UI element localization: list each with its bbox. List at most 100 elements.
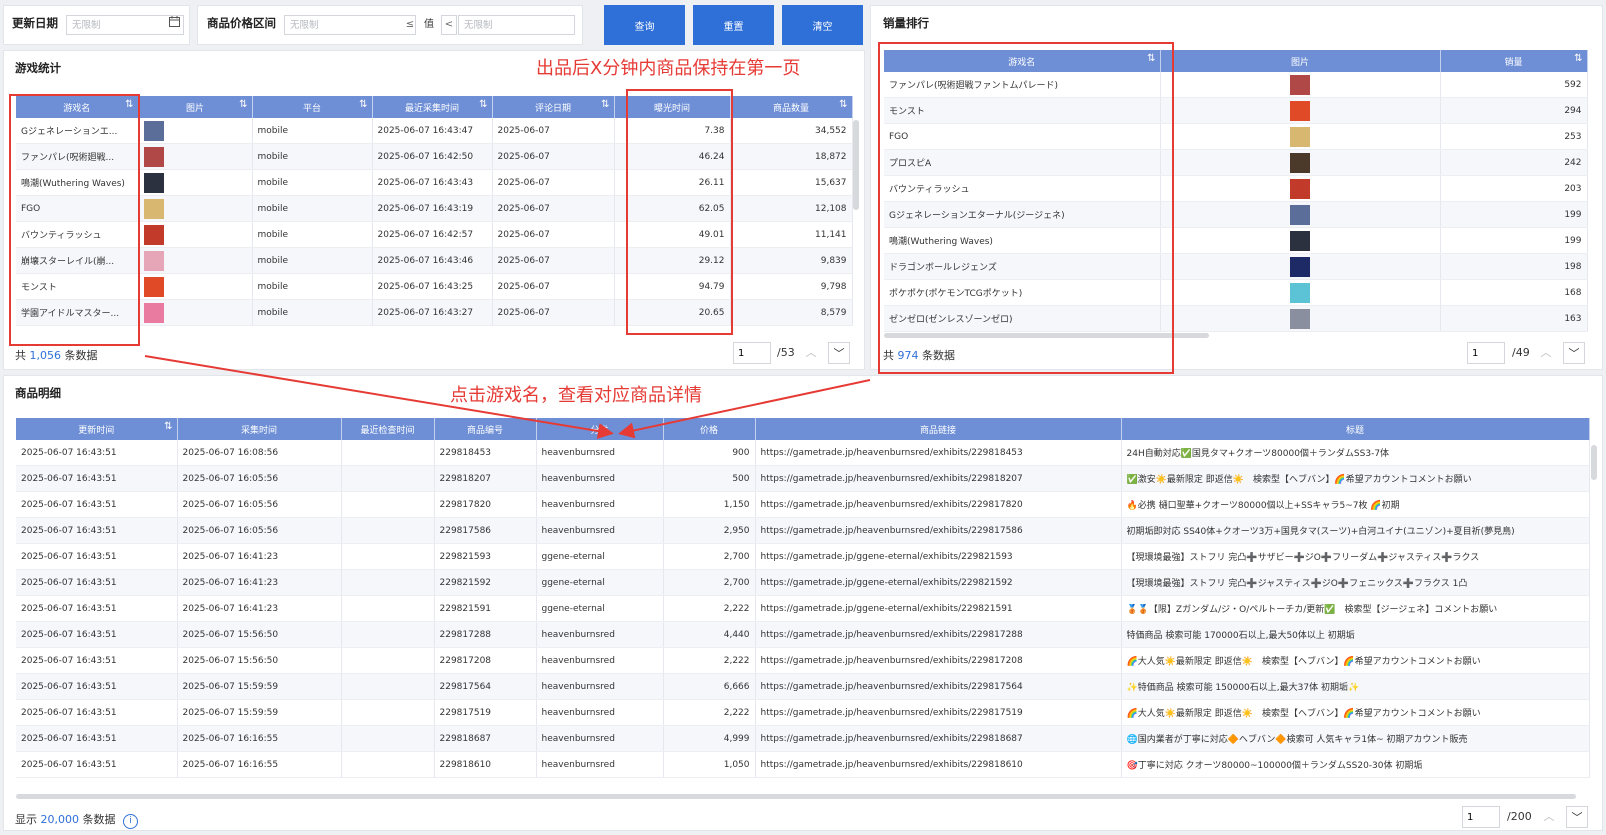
price-max-operator[interactable]: <	[441, 15, 457, 35]
product-link-cell[interactable]: https://gametrade.jp/ggene-eternal/exhib…	[755, 595, 1122, 622]
chevron-down-icon[interactable]: ﹀	[1566, 806, 1588, 828]
sort-icon[interactable]: ⇅	[239, 99, 247, 110]
chevron-down-icon[interactable]: ﹀	[828, 342, 850, 364]
sort-icon[interactable]: ⇅	[359, 99, 367, 110]
table-row[interactable]: 2025-06-07 16:43:51 2025-06-07 16:05:56 22…	[16, 491, 1590, 518]
table-row[interactable]: 鳴潮(Wuthering Waves) mobile 2025-06-07 16:4…	[16, 169, 853, 196]
table-row[interactable]: FGO mobile 2025-06-07 16:43:19 2025-06-07 62…	[16, 195, 853, 222]
product-link-cell[interactable]: https://gametrade.jp/heavenburnsred/exhi…	[755, 699, 1122, 726]
product-link-cell[interactable]: https://gametrade.jp/heavenburnsred/exhi…	[755, 440, 1122, 466]
table-row[interactable]: ファンパレ(呪術廻戦ファントムパレード) 592	[884, 72, 1588, 98]
table-row[interactable]: 学園アイドルマスター... mobile 2025-06-07 16:43:27 20…	[16, 299, 853, 326]
product-link-cell[interactable]: https://gametrade.jp/ggene-eternal/exhib…	[755, 569, 1122, 596]
table-row[interactable]: 2025-06-07 16:43:51 2025-06-07 16:41:23 22…	[16, 595, 1590, 622]
table-row[interactable]: FGO 253	[884, 123, 1588, 150]
game-name-cell[interactable]: 鳴潮(Wuthering Waves)	[884, 227, 1161, 254]
column-header[interactable]: 平台 ⇅	[252, 96, 373, 118]
table-row[interactable]: 2025-06-07 16:43:51 2025-06-07 15:59:59 22…	[16, 699, 1590, 726]
product-link-cell[interactable]: https://gametrade.jp/heavenburnsred/exhi…	[755, 621, 1122, 648]
table-row[interactable]: Gジェネレーションエ... mobile 2025-06-07 16:43:47 20…	[16, 118, 853, 144]
chevron-up-icon[interactable]: ︿	[1538, 806, 1560, 828]
sales-rank-hscrollbar[interactable]	[884, 333, 1209, 338]
column-header[interactable]: 价格	[663, 418, 756, 440]
column-header[interactable]: 商品链接	[755, 418, 1122, 440]
game-name-cell[interactable]: Gジェネレーションエ...	[16, 118, 139, 144]
table-row[interactable]: 2025-06-07 16:43:51 2025-06-07 15:56:50 22…	[16, 647, 1590, 674]
column-header[interactable]: 图片 ⇅	[138, 96, 253, 118]
clear-button[interactable]: 清空	[782, 5, 863, 45]
query-button[interactable]: 查询	[604, 5, 685, 45]
column-header[interactable]: 最近检查时间	[341, 418, 435, 440]
column-header[interactable]: 最近采集时间 ⇅	[372, 96, 493, 118]
game-name-cell[interactable]: モンスト	[16, 273, 139, 300]
sort-icon[interactable]: ⇅	[125, 99, 133, 110]
game-stats-page-input[interactable]	[733, 342, 771, 364]
sales-rank-page-input[interactable]	[1467, 342, 1505, 364]
product-link-cell[interactable]: https://gametrade.jp/heavenburnsred/exhi…	[755, 491, 1122, 518]
game-name-cell[interactable]: バウンティラッシュ	[884, 175, 1161, 202]
game-name-cell[interactable]: ドラゴンボールレジェンズ	[884, 253, 1161, 280]
table-row[interactable]: 2025-06-07 16:43:51 2025-06-07 16:05:56 22…	[16, 465, 1590, 492]
game-name-cell[interactable]: 学園アイドルマスター...	[16, 299, 139, 326]
table-row[interactable]: ファンパレ(呪術廻戦... mobile 2025-06-07 16:42:50 20…	[16, 143, 853, 170]
game-name-cell[interactable]: FGO	[884, 123, 1161, 150]
chevron-up-icon[interactable]: ︿	[1535, 342, 1557, 364]
sort-icon[interactable]: ⇅	[839, 99, 847, 110]
column-header[interactable]: 标题	[1121, 418, 1590, 440]
game-name-cell[interactable]: ゼンゼロ(ゼンレスゾーンゼロ)	[884, 305, 1161, 332]
game-name-cell[interactable]: ファンパレ(呪術廻戦ファントムパレード)	[884, 72, 1161, 98]
sort-icon[interactable]: ⇅	[1147, 53, 1155, 64]
product-link-cell[interactable]: https://gametrade.jp/heavenburnsred/exhi…	[755, 465, 1122, 492]
column-header[interactable]: 游戏名 ⇅	[884, 50, 1161, 72]
column-header[interactable]: 游戏名 ⇅	[16, 96, 139, 118]
table-row[interactable]: プロスピA 242	[884, 149, 1588, 176]
product-detail-scrollbar[interactable]	[1591, 445, 1597, 480]
price-max-input[interactable]	[458, 15, 575, 35]
table-row[interactable]: 2025-06-07 16:43:51 2025-06-07 15:59:59 22…	[16, 673, 1590, 700]
chevron-down-icon[interactable]: ﹀	[1563, 342, 1585, 364]
game-name-cell[interactable]: 崩壊スターレイル(崩...	[16, 247, 139, 274]
price-min-input[interactable]	[284, 15, 416, 35]
table-row[interactable]: モンスト 294	[884, 97, 1588, 124]
game-name-cell[interactable]: FGO	[16, 195, 139, 222]
game-name-cell[interactable]: ファンパレ(呪術廻戦...	[16, 143, 139, 170]
table-row[interactable]: 2025-06-07 16:43:51 2025-06-07 16:05:56 22…	[16, 517, 1590, 544]
table-row[interactable]: 2025-06-07 16:43:51 2025-06-07 16:41:23 22…	[16, 569, 1590, 596]
sort-icon[interactable]: ⇅	[601, 99, 609, 110]
table-row[interactable]: 2025-06-07 16:43:51 2025-06-07 16:16:55 22…	[16, 725, 1590, 752]
chevron-up-icon[interactable]: ︿	[800, 342, 822, 364]
game-name-cell[interactable]: 鳴潮(Wuthering Waves)	[16, 169, 139, 196]
table-row[interactable]: ゼンゼロ(ゼンレスゾーンゼロ) 163	[884, 305, 1588, 332]
table-row[interactable]: ドラゴンボールレジェンズ 198	[884, 253, 1588, 280]
table-row[interactable]: バウンティラッシュ mobile 2025-06-07 16:42:57 2025-0…	[16, 221, 853, 248]
game-name-cell[interactable]: モンスト	[884, 97, 1161, 124]
table-row[interactable]: バウンティラッシュ 203	[884, 175, 1588, 202]
product-detail-hscrollbar[interactable]	[16, 794, 1576, 799]
table-row[interactable]: ポケポケ(ポケモンTCGポケット) 168	[884, 279, 1588, 306]
column-header[interactable]: 评论日期 ⇅	[492, 96, 615, 118]
sort-icon[interactable]: ⇅	[479, 99, 487, 110]
column-header[interactable]: 曝光时间	[614, 96, 731, 118]
calendar-icon[interactable]	[166, 15, 182, 35]
table-row[interactable]: Gジェネレーションエターナル(ジージェネ) 199	[884, 201, 1588, 228]
table-row[interactable]: 2025-06-07 16:43:51 2025-06-07 16:08:56 22…	[16, 440, 1590, 466]
column-header[interactable]: 商品数量 ⇅	[730, 96, 853, 118]
game-name-cell[interactable]: プロスピA	[884, 149, 1161, 176]
sort-icon[interactable]: ⇅	[164, 421, 172, 432]
reset-button[interactable]: 重置	[693, 5, 774, 45]
table-row[interactable]: 2025-06-07 16:43:51 2025-06-07 15:56:50 22…	[16, 621, 1590, 648]
table-row[interactable]: 鳴潮(Wuthering Waves) 199	[884, 227, 1588, 254]
game-name-cell[interactable]: バウンティラッシュ	[16, 221, 139, 248]
column-header[interactable]: 更新时间 ⇅	[16, 418, 178, 440]
column-header[interactable]: 商品编号	[434, 418, 537, 440]
column-header[interactable]: 采集时间	[177, 418, 342, 440]
table-row[interactable]: 2025-06-07 16:43:51 2025-06-07 16:41:23 22…	[16, 543, 1590, 570]
product-link-cell[interactable]: https://gametrade.jp/heavenburnsred/exhi…	[755, 647, 1122, 674]
game-stats-scrollbar[interactable]	[853, 120, 859, 210]
price-min-operator[interactable]: ≤	[404, 15, 416, 35]
game-name-cell[interactable]: Gジェネレーションエターナル(ジージェネ)	[884, 201, 1161, 228]
table-row[interactable]: 崩壊スターレイル(崩... mobile 2025-06-07 16:43:46 20…	[16, 247, 853, 274]
product-detail-page-input[interactable]	[1462, 806, 1500, 828]
table-row[interactable]: モンスト mobile 2025-06-07 16:43:25 2025-06-07 9…	[16, 273, 853, 300]
column-header[interactable]: 图片	[1160, 50, 1441, 72]
